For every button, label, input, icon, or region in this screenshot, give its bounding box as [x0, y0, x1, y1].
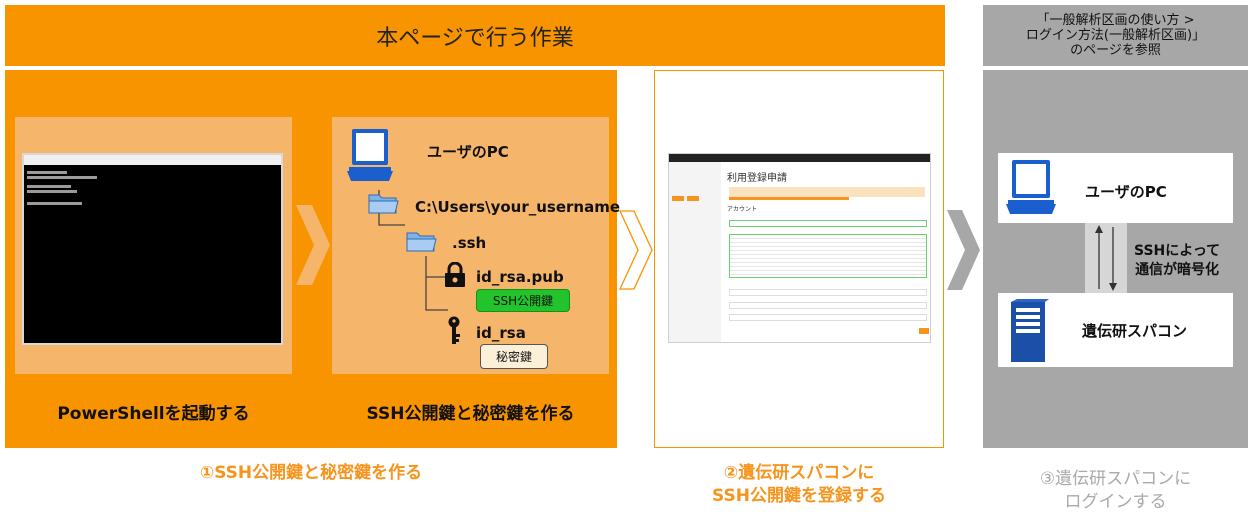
private-key-badge: 秘密鍵: [480, 344, 548, 369]
reference-line1: 「一般解析区画の使い方 >: [1036, 13, 1195, 28]
terminal-line: [27, 202, 82, 205]
encryption-note: SSHによって 通信が暗号化: [1134, 242, 1220, 280]
keygen-caption: SSH公開鍵と秘密鍵を作る: [332, 398, 609, 424]
reference-header: 「一般解析区画の使い方 > ログイン方法(一般解析区画)」 のページを参照: [983, 5, 1248, 66]
public-key-badge: SSH公開鍵: [476, 289, 570, 312]
encryption-line1: SSHによって: [1134, 243, 1221, 259]
form-sidebar: [669, 162, 721, 342]
step2-footer-line2: SSH公開鍵を登録する: [712, 486, 886, 506]
ssh-folder-icon: [406, 232, 437, 252]
step1-footer-text: ①SSH公開鍵と秘密鍵を作る: [199, 462, 423, 483]
pc-label: ユーザのPC: [427, 143, 509, 161]
step3-footer: ③遺伝研スパコンに ログインする: [983, 468, 1248, 514]
key-icon: [448, 316, 460, 344]
step2-footer: ②遺伝研スパコンに SSH公開鍵を登録する: [654, 462, 944, 508]
supercomputer-label: 遺伝研スパコン: [1082, 322, 1188, 340]
bidirectional-arrow-icon: [1095, 225, 1117, 291]
header-title: 本ページで行う作業: [376, 25, 574, 51]
encryption-line2: 通信が暗号化: [1135, 262, 1220, 278]
tree-lines: [378, 190, 448, 311]
priv-file-label: id_rsa: [476, 324, 526, 342]
step1-arrow-icon: [296, 205, 330, 285]
window-titlebar: [24, 155, 281, 165]
ssh-dir-label: .ssh: [452, 234, 487, 252]
powershell-caption: PowerShellを起動する: [15, 398, 292, 424]
terminal-line: [27, 171, 67, 174]
step3-arrow-icon: [947, 210, 980, 290]
step3-footer-line1: ③遺伝研スパコンに: [1039, 469, 1192, 489]
terminal-line: [27, 190, 77, 193]
form-topbar: [669, 154, 930, 162]
pub-file-label: id_rsa.pub: [476, 268, 564, 286]
keygen-caption-text: SSH公開鍵と秘密鍵を作る: [366, 403, 575, 424]
form-title: 利用登録申請: [727, 173, 787, 184]
public-key-badge-label: SSH公開鍵: [492, 294, 554, 308]
terminal-line: [27, 176, 97, 179]
step1-footer: ①SSH公開鍵と秘密鍵を作る: [5, 460, 617, 486]
work-on-this-page-header: 本ページで行う作業: [5, 5, 945, 66]
reference-line2: ログイン方法(一般解析区画)」: [1025, 28, 1206, 43]
private-key-badge-label: 秘密鍵: [495, 350, 532, 364]
folder-icon: [368, 194, 399, 214]
powershell-window: [22, 153, 283, 345]
terminal-line: [27, 185, 71, 188]
home-dir-label: C:\Users\your_username: [415, 198, 621, 216]
reference-line3: のページを参照: [1070, 43, 1161, 58]
form-section: アカウント: [727, 206, 758, 213]
step3-pc-label: ユーザのPC: [1085, 183, 1167, 201]
registration-form-screenshot: 利用登録申請 アカウント: [668, 153, 931, 343]
step2-arrow-icon: [619, 210, 653, 290]
powershell-caption-text: PowerShellを起動する: [57, 403, 250, 424]
server-icon: [1011, 299, 1049, 362]
step2-footer-line1: ②遺伝研スパコンに: [723, 463, 875, 483]
lock-icon: [445, 262, 465, 287]
laptop-icon: [1006, 160, 1056, 214]
step3-footer-line2: ログインする: [1064, 492, 1167, 512]
